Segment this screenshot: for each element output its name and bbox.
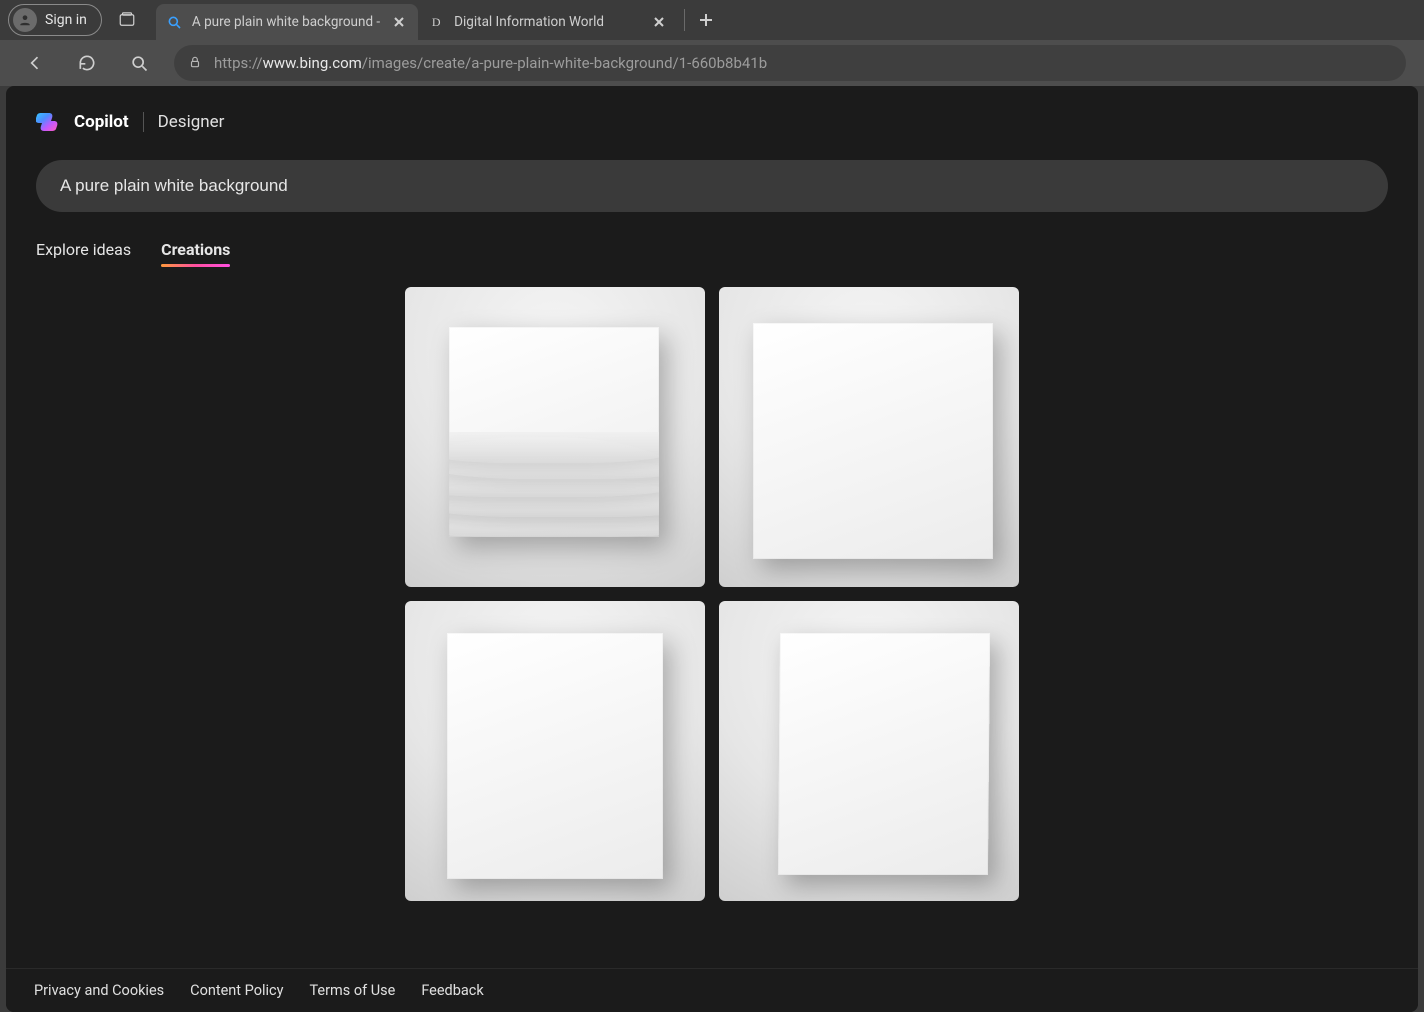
browser-titlebar: Sign in A pure plain white background - … xyxy=(0,0,1424,40)
url-path: /images/create/a-pure-plain-white-backgr… xyxy=(362,54,767,72)
browser-tab-active[interactable]: A pure plain white background - xyxy=(156,4,418,40)
subtab-row: Explore ideas Creations xyxy=(36,240,1388,267)
brand-copilot-label[interactable]: Copilot xyxy=(74,112,129,132)
url-prefix: https:// xyxy=(214,54,263,72)
url-domain: www.bing.com xyxy=(263,54,362,72)
browser-tab[interactable]: D Digital Information World xyxy=(418,4,678,40)
page-footer: Privacy and Cookies Content Policy Terms… xyxy=(6,968,1418,1012)
page-content: Copilot Designer Explore ideas Creations xyxy=(6,86,1418,1012)
result-thumbnail[interactable] xyxy=(719,601,1019,901)
lock-icon xyxy=(188,54,202,73)
tab-divider xyxy=(684,9,685,31)
tab-title: A pure plain white background - xyxy=(192,14,380,30)
tab-overview-button[interactable] xyxy=(110,5,144,35)
tab-close-button[interactable] xyxy=(650,13,668,31)
prompt-input[interactable] xyxy=(60,176,1364,196)
avatar-icon xyxy=(13,8,37,32)
brand-designer-label[interactable]: Designer xyxy=(158,112,225,132)
footer-link-terms[interactable]: Terms of Use xyxy=(309,982,395,999)
browser-search-button[interactable] xyxy=(122,46,156,80)
tab-close-button[interactable] xyxy=(390,13,408,31)
signin-label: Sign in xyxy=(45,12,87,28)
address-bar[interactable]: https://www.bing.com/images/create/a-pur… xyxy=(174,45,1406,81)
footer-link-privacy[interactable]: Privacy and Cookies xyxy=(34,982,164,999)
refresh-button[interactable] xyxy=(70,46,104,80)
brand-header: Copilot Designer xyxy=(36,110,1388,134)
footer-link-content[interactable]: Content Policy xyxy=(190,982,283,999)
copilot-logo-icon xyxy=(36,110,60,134)
tabstrip: A pure plain white background - D Digita… xyxy=(156,0,1416,40)
gallery xyxy=(36,287,1388,968)
footer-link-feedback[interactable]: Feedback xyxy=(421,982,483,999)
favicon-icon xyxy=(166,14,182,30)
result-thumbnail[interactable] xyxy=(405,287,705,587)
subtab-creations[interactable]: Creations xyxy=(161,240,230,267)
subtab-explore-ideas[interactable]: Explore ideas xyxy=(36,240,131,267)
prompt-bar[interactable] xyxy=(36,160,1388,212)
tab-title: Digital Information World xyxy=(454,14,640,30)
signin-button[interactable]: Sign in xyxy=(8,4,102,36)
result-thumbnail[interactable] xyxy=(405,601,705,901)
browser-toolbar: https://www.bing.com/images/create/a-pur… xyxy=(0,40,1424,86)
brand-separator xyxy=(143,112,144,132)
result-thumbnail[interactable] xyxy=(719,287,1019,587)
url-text: https://www.bing.com/images/create/a-pur… xyxy=(214,54,767,72)
new-tab-button[interactable] xyxy=(691,5,721,35)
back-button[interactable] xyxy=(18,46,52,80)
favicon-icon: D xyxy=(428,14,444,30)
